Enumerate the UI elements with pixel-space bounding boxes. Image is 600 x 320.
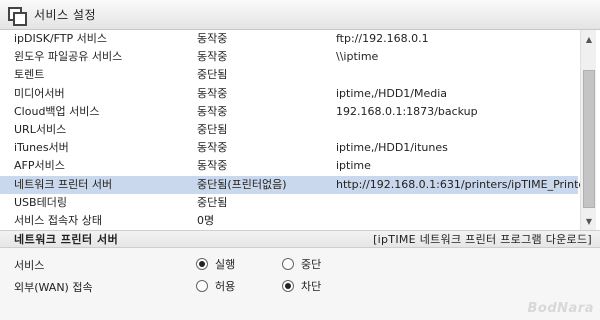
service-list: ipDISK/FTP 서비스 동작중 ftp://192.168.0.1 윈도우 파일… (0, 30, 600, 230)
service-status: 중단됨 (197, 195, 228, 209)
service-stop-radio[interactable]: 중단 (282, 256, 321, 272)
service-info: http://192.168.0.1:631/printers/ipTIME_P… (336, 177, 590, 191)
printer-download-link[interactable]: [ipTIME 네트워크 프린터 프로그램 다운로드] (373, 231, 592, 248)
service-info: ftp://192.168.0.1 (336, 32, 429, 45)
radio-checked-icon (282, 280, 294, 292)
service-status: 동작중 (197, 104, 228, 118)
printer-settings: 서비스 실행 중단 외부(WAN) 접속 허용 차단 BodNara (0, 248, 600, 320)
external-block-label: 차단 (301, 280, 322, 293)
external-allow-radio[interactable]: 허용 (196, 278, 235, 294)
service-name: 윈도우 파일공유 서비스 (14, 50, 123, 64)
service-name: Cloud백업 서비스 (14, 104, 100, 118)
title-bar: 서비스 설정 (0, 0, 600, 30)
scrollbar[interactable]: ▲ ▼ (580, 30, 596, 230)
service-name: ipDISK/FTP 서비스 (14, 32, 107, 45)
service-stop-label: 중단 (301, 258, 322, 271)
service-name: 네트워크 프린터 서버 (14, 177, 113, 191)
scroll-up-icon[interactable]: ▲ (581, 32, 597, 46)
service-label: 서비스 (14, 259, 45, 272)
service-name: URL서비스 (14, 123, 67, 136)
service-name: iTunes서버 (14, 141, 69, 155)
service-info: iptime,/HDD1/itunes (336, 141, 448, 155)
service-name: AFP서비스 (14, 159, 65, 173)
radio-unchecked-icon (282, 258, 294, 270)
external-allow-label: 허용 (215, 280, 236, 293)
scrollbar-thumb[interactable] (583, 70, 595, 208)
service-status: 중단됨 (197, 123, 228, 136)
service-name: USB테더링 (14, 195, 67, 209)
page-title: 서비스 설정 (34, 8, 97, 22)
service-status: 동작중 (197, 159, 228, 173)
service-status: 동작중 (197, 141, 228, 155)
service-row[interactable]: iTunes서버 동작중 iptime,/HDD1/itunes (0, 139, 578, 157)
service-run-radio[interactable]: 실행 (196, 256, 235, 272)
service-status: 0명 (197, 214, 215, 227)
service-row[interactable]: 미디어서버 동작중 iptime,/HDD1/Media (0, 85, 578, 103)
scroll-down-icon[interactable]: ▼ (581, 214, 597, 228)
service-info: iptime,/HDD1/Media (336, 86, 448, 100)
external-block-radio[interactable]: 차단 (282, 278, 321, 294)
external-access-label: 외부(WAN) 접속 (14, 281, 93, 294)
service-status: 중단됨 (197, 68, 228, 82)
radio-unchecked-icon (196, 280, 208, 292)
service-row[interactable]: Cloud백업 서비스 동작중 192.168.0.1:1873/backup (0, 103, 578, 121)
watermark-logo: BodNara (527, 301, 594, 316)
service-name: 토렌트 (14, 68, 45, 82)
service-row[interactable]: 서비스 접속자 상태 0명 (0, 212, 578, 230)
service-row[interactable]: 윈도우 파일공유 서비스 동작중 \\iptime (0, 48, 578, 66)
service-info: iptime (336, 159, 371, 173)
service-row[interactable]: 토렌트 중단됨 (0, 66, 578, 84)
service-row[interactable]: URL서비스 중단됨 (0, 121, 578, 139)
service-row[interactable]: 네트워크 프린터 서버 중단됨(프린터없음) http://192.168.0.1:… (0, 175, 590, 194)
printer-section-header: 네트워크 프린터 서버 [ipTIME 네트워크 프린터 프로그램 다운로드] (0, 230, 600, 248)
service-row[interactable]: AFP서비스 동작중 iptime (0, 157, 578, 175)
service-row[interactable]: ipDISK/FTP 서비스 동작중 ftp://192.168.0.1 (0, 30, 578, 48)
service-row[interactable]: USB테더링 중단됨 (0, 194, 578, 212)
window-icon (8, 6, 27, 26)
radio-checked-icon (196, 258, 208, 270)
service-status: 동작중 (197, 50, 228, 64)
service-status: 중단됨(프린터없음) (197, 177, 287, 191)
service-status: 동작중 (197, 86, 228, 100)
service-name: 미디어서버 (14, 86, 65, 100)
printer-section-title: 네트워크 프린터 서버 (14, 233, 119, 246)
service-run-label: 실행 (215, 258, 236, 271)
service-info: 192.168.0.1:1873/backup (336, 104, 478, 118)
service-info: \\iptime (336, 50, 379, 64)
service-status: 동작중 (197, 32, 228, 45)
service-name: 서비스 접속자 상태 (14, 214, 102, 227)
